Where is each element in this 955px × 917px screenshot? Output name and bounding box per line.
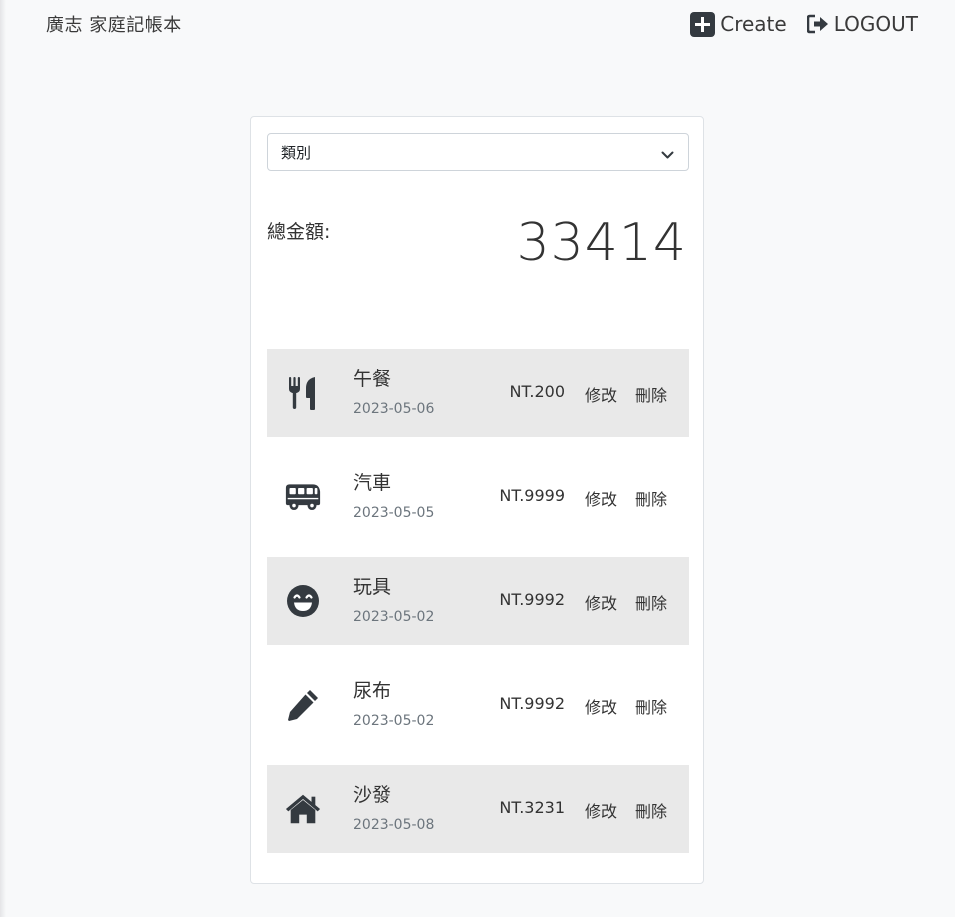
left-edge-shadow xyxy=(0,0,6,917)
record-name: 沙發 xyxy=(353,784,392,806)
sign-out-icon xyxy=(806,14,829,34)
edit-button[interactable]: 修改 xyxy=(585,382,617,406)
record-list: 午餐 2023-05-06 NT.200 修改 刪除 汽車 2023-05-05… xyxy=(267,349,689,869)
record-amount: NT.9992 xyxy=(499,590,565,609)
list-item: 汽車 2023-05-05 NT.9999 修改 刪除 xyxy=(267,453,689,541)
ledger-card: 類別 總金額: 33414 午餐 2023-05-06 NT.200 修改 刪除… xyxy=(250,116,704,884)
category-select-value: 類別 xyxy=(281,143,312,162)
delete-button[interactable]: 刪除 xyxy=(635,590,667,614)
record-amount: NT.200 xyxy=(509,382,565,401)
van-icon xyxy=(285,479,321,515)
list-item: 尿布 2023-05-02 NT.9992 修改 刪除 xyxy=(267,661,689,749)
smile-icon xyxy=(285,583,321,619)
list-item: 午餐 2023-05-06 NT.200 修改 刪除 xyxy=(267,349,689,437)
edit-button[interactable]: 修改 xyxy=(585,486,617,510)
delete-button[interactable]: 刪除 xyxy=(635,486,667,510)
logout-button[interactable]: LOGOUT xyxy=(806,10,918,38)
delete-button[interactable]: 刪除 xyxy=(635,694,667,718)
record-date: 2023-05-02 xyxy=(353,713,435,729)
total-amount-value: 33414 xyxy=(516,213,687,273)
delete-button[interactable]: 刪除 xyxy=(635,382,667,406)
record-name: 午餐 xyxy=(353,368,392,390)
record-amount: NT.9999 xyxy=(499,486,565,505)
pencil-icon xyxy=(285,687,321,723)
record-date: 2023-05-08 xyxy=(353,817,435,833)
plus-square-icon xyxy=(690,11,716,37)
logout-label: LOGOUT xyxy=(833,12,918,36)
delete-button[interactable]: 刪除 xyxy=(635,798,667,822)
house-icon xyxy=(285,791,321,827)
record-date: 2023-05-05 xyxy=(353,505,435,521)
chevron-down-icon xyxy=(661,146,674,164)
utensils-icon xyxy=(285,375,321,411)
create-label: Create xyxy=(720,12,787,36)
record-date: 2023-05-06 xyxy=(353,401,435,417)
record-name: 汽車 xyxy=(353,472,392,494)
list-item: 玩具 2023-05-02 NT.9992 修改 刪除 xyxy=(267,557,689,645)
record-amount: NT.3231 xyxy=(499,798,565,817)
top-nav: Create LOGOUT xyxy=(690,10,918,38)
edit-button[interactable]: 修改 xyxy=(585,590,617,614)
record-date: 2023-05-02 xyxy=(353,609,435,625)
edit-button[interactable]: 修改 xyxy=(585,798,617,822)
list-item: 沙發 2023-05-08 NT.3231 修改 刪除 xyxy=(267,765,689,853)
record-name: 尿布 xyxy=(353,680,392,702)
record-name: 玩具 xyxy=(353,576,392,598)
create-button[interactable]: Create xyxy=(690,10,787,38)
record-amount: NT.9992 xyxy=(499,694,565,713)
total-amount-label: 總金額: xyxy=(267,221,331,243)
category-select[interactable]: 類別 xyxy=(267,133,689,171)
app-brand[interactable]: 廣志 家庭記帳本 xyxy=(46,11,182,37)
edit-button[interactable]: 修改 xyxy=(585,694,617,718)
